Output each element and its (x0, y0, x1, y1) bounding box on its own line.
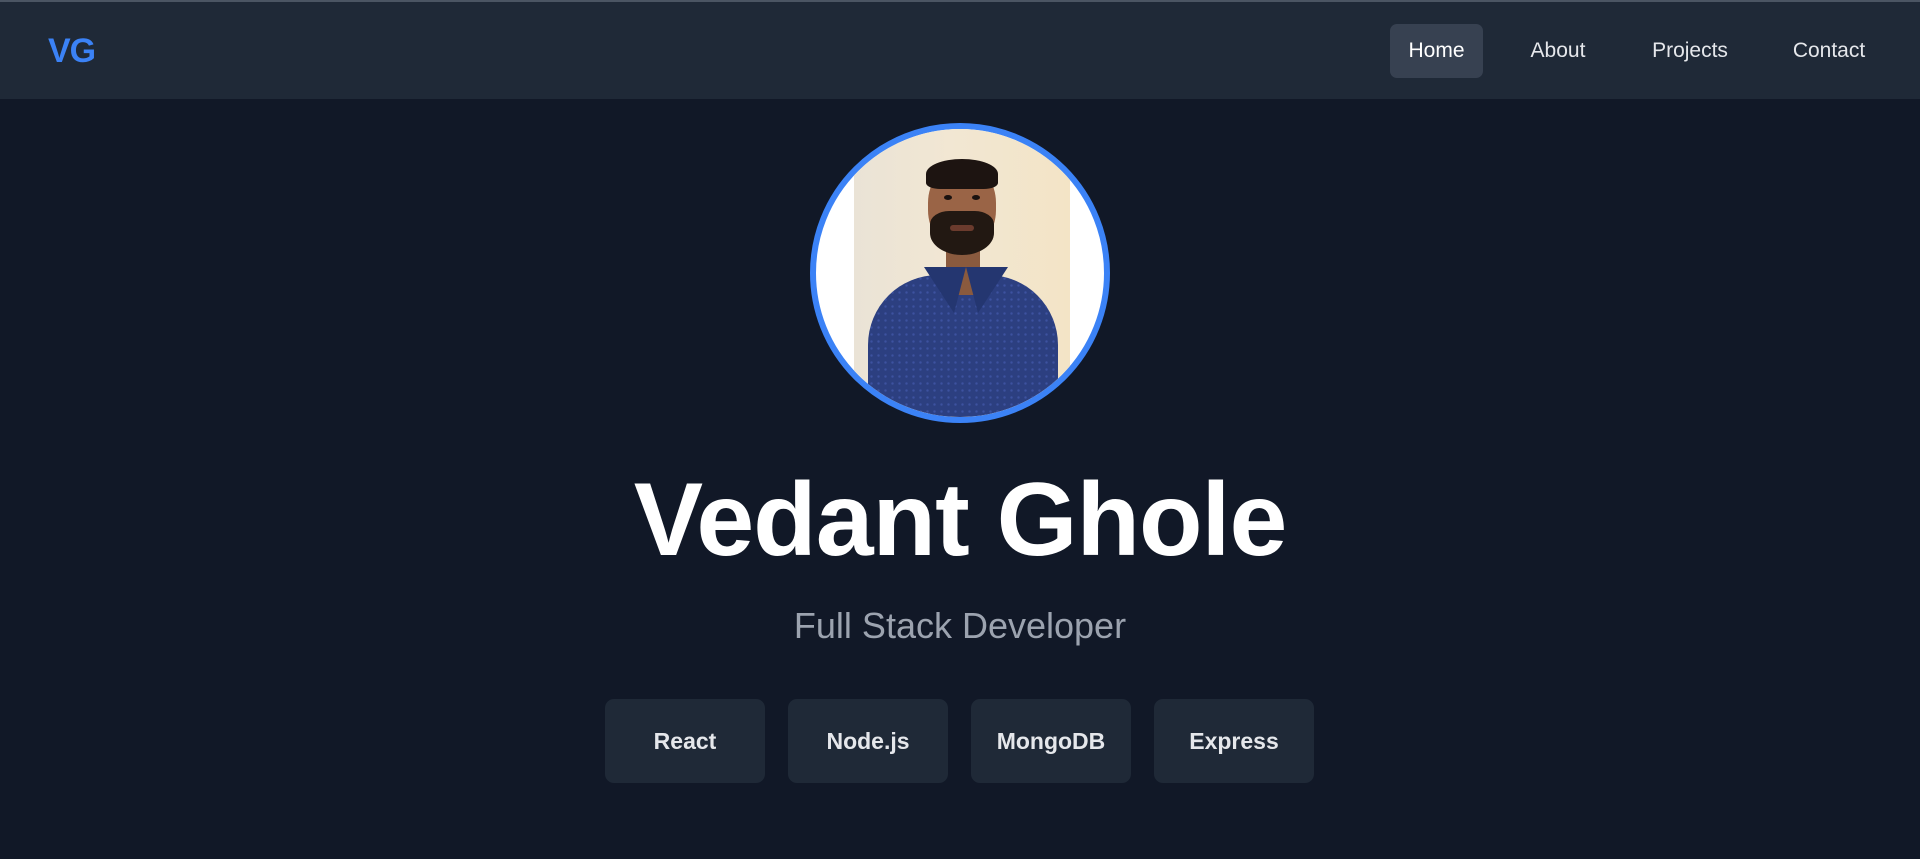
photo-hair (926, 159, 998, 189)
top-navbar: VG Home About Projects Contact (0, 2, 1920, 99)
hero-role: Full Stack Developer (793, 605, 1127, 646)
nav-link-home[interactable]: Home (1390, 24, 1483, 78)
nav-link-about[interactable]: About (1518, 24, 1598, 78)
photo-collar-right (966, 267, 1008, 313)
nav-link-contact[interactable]: Contact (1784, 24, 1874, 78)
profile-avatar (810, 123, 1110, 423)
photo-collar-left (924, 267, 966, 313)
photo-eye-right (972, 195, 980, 200)
skill-tag-react: React (605, 699, 765, 783)
skill-tag-mongodb: MongoDB (971, 699, 1131, 783)
photo-beard (930, 211, 994, 255)
photo-eye-left (944, 195, 952, 200)
hero-name: Vedant Ghole (633, 462, 1288, 578)
photo-mouth (950, 225, 974, 231)
skill-tag-express: Express (1154, 699, 1314, 783)
nav-link-projects[interactable]: Projects (1644, 24, 1736, 78)
site-logo[interactable]: VG (48, 32, 96, 71)
skill-tag-nodejs: Node.js (788, 699, 948, 783)
